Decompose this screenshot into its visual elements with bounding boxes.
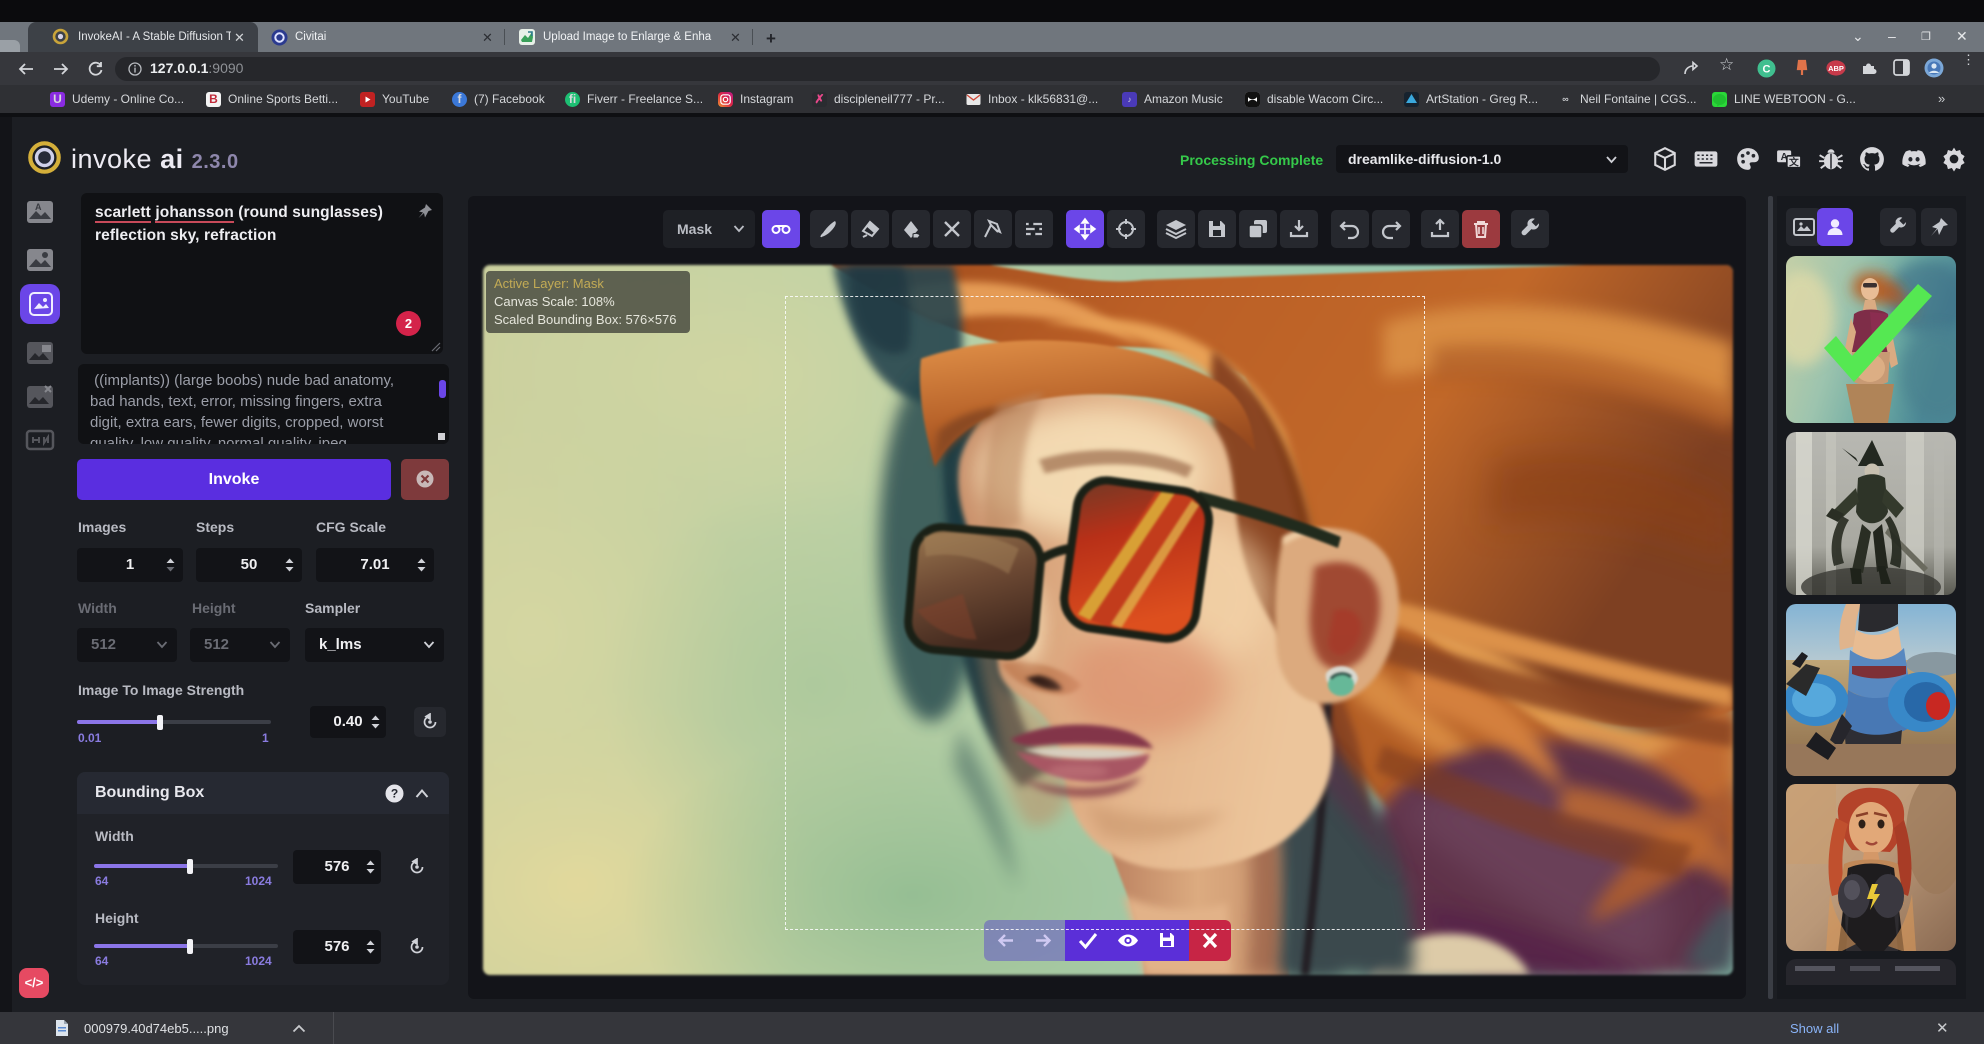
svg-text:C: C [1763, 64, 1771, 76]
svg-text:文: 文 [1789, 155, 1799, 168]
svg-text:ABP: ABP [1828, 64, 1844, 73]
svg-text:A: A [35, 202, 42, 212]
svg-text:?: ? [391, 787, 398, 801]
